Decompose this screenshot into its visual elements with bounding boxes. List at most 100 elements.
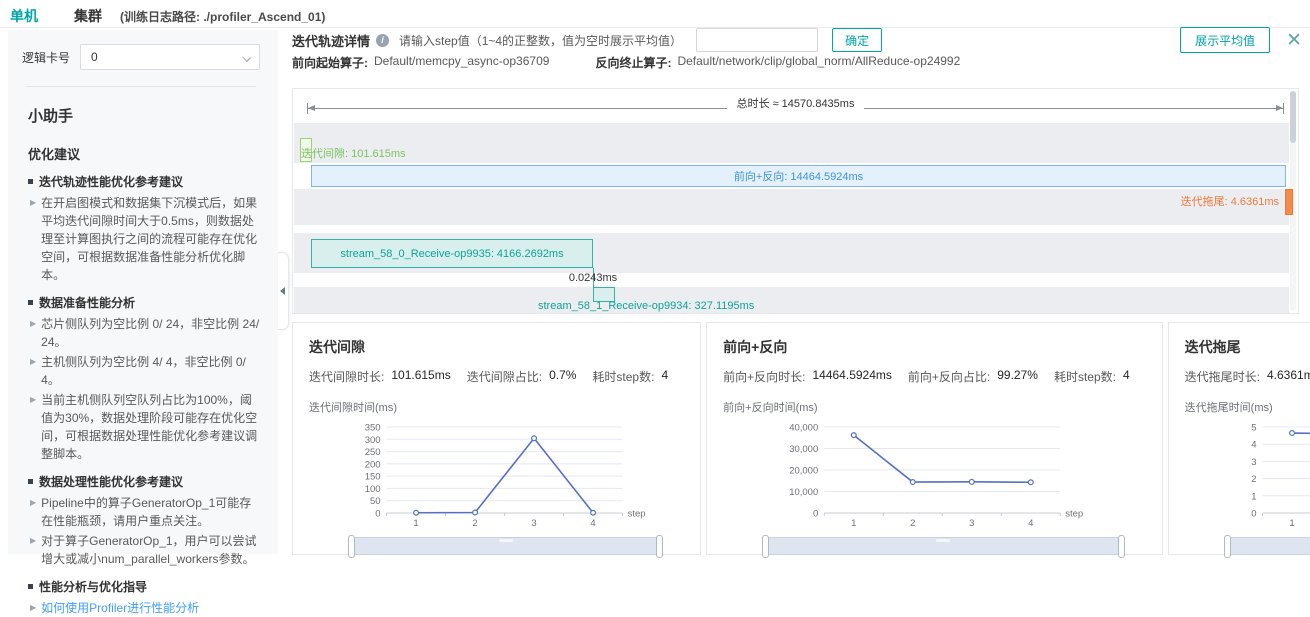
iteration-tail-label: 迭代拖尾: 4.6361ms (1181, 193, 1279, 209)
triangle-bullet-icon: ▶ (30, 356, 36, 368)
svg-text:10,000: 10,000 (789, 487, 818, 498)
triangle-bullet-icon: ▶ (30, 602, 36, 614)
triangle-bullet-icon: ▶ (30, 394, 36, 406)
stream-58-0-bar[interactable]: stream_58_0_Receive-op9935: 4166.2692ms (311, 239, 593, 268)
svg-text:2: 2 (472, 518, 477, 529)
svg-text:100: 100 (365, 484, 381, 495)
svg-text:40,000: 40,000 (789, 423, 818, 434)
datazoom-slider[interactable] (351, 537, 660, 555)
suggestion-section: 迭代轨迹性能优化参考建议 ▶在开启图模式和数据集下沉模式后，如果平均迭代间隙时间… (22, 173, 260, 284)
chevron-down-icon (242, 53, 251, 62)
card-stats: 迭代拖尾时长:4.6361ms 迭代拖尾占比:0.03% 耗时step数:4 (1185, 368, 1310, 385)
datazoom-left-handle[interactable] (762, 535, 769, 558)
timeline-stripe (294, 123, 1289, 163)
datazoom-right-handle[interactable] (1118, 535, 1125, 558)
card-title: 迭代拖尾 (1185, 337, 1310, 357)
fw-start-label: 前向起始算子: (292, 54, 368, 71)
logic-card-select[interactable]: 0 (80, 44, 260, 70)
collapse-arrow-icon (280, 287, 285, 295)
triangle-bullet-icon: ▶ (30, 197, 36, 209)
fw-start-value: Default/memcpy_async-op36709 (374, 54, 549, 71)
iteration-tail-bar[interactable] (1285, 189, 1293, 215)
tab-cluster[interactable]: 集群 (74, 6, 102, 31)
suggestion-item: ▶当前主机侧队列空队列占比为100%，阈值为30%，数据处理阶段可能存在优化空间… (30, 391, 260, 463)
triangle-bullet-icon: ▶ (30, 318, 36, 330)
square-bullet-icon (28, 584, 33, 589)
confirm-button[interactable]: 确定 (832, 28, 882, 52)
bw-end-value: Default/network/clip/global_norm/AllRedu… (677, 54, 960, 71)
forward-backward-line-chart[interactable]: 010,00020,00030,00040,0001234step (723, 417, 1146, 535)
suggestion-item: ▶芯片侧队列为空比例 0/ 24，非空比例 24/ 24。 (30, 315, 260, 351)
svg-text:3: 3 (531, 518, 536, 529)
svg-text:1: 1 (851, 518, 856, 529)
section-title: 性能分析与优化指导 (39, 578, 147, 596)
suggestion-section: 数据准备性能分析 ▶芯片侧队列为空比例 0/ 24，非空比例 24/ 24。 ▶… (22, 294, 260, 463)
iteration-gap-label: 迭代间隙: 101.615ms (301, 145, 406, 161)
svg-text:2: 2 (910, 518, 915, 529)
suggestion-title: 优化建议 (28, 144, 260, 163)
sidebar-divider (26, 86, 256, 87)
suggestion-section: 数据处理性能优化参考建议 ▶Pipeline中的算子GeneratorOp_1可… (22, 473, 260, 568)
metric-cards: 迭代间隙 迭代间隙时长:101.615ms 迭代间隙占比:0.7% 耗时step… (292, 322, 1308, 555)
step-input[interactable] (696, 28, 818, 52)
info-icon[interactable]: i (376, 34, 389, 47)
suggestion-item: ▶Pipeline中的算子GeneratorOp_1可能存在性能瓶颈，请用户重点… (30, 494, 260, 530)
assistant-title: 小助手 (28, 105, 260, 126)
stream-58-1-label: stream_58_1_Receive-op9934: 327.1195ms (538, 300, 754, 312)
card-title: 前向+反向 (723, 337, 1146, 357)
operator-info-row: 前向起始算子: Default/memcpy_async-op36709 反向终止… (292, 54, 1302, 71)
square-bullet-icon (28, 479, 33, 484)
section-title: 数据处理性能优化参考建议 (39, 473, 183, 491)
forward-backward-card: 前向+反向 前向+反向时长:14464.5924ms 前向+反向占比:99.27… (706, 322, 1163, 555)
forward-backward-bar[interactable]: 前向+反向: 14464.5924ms (311, 165, 1286, 187)
close-icon[interactable]: ✕ (1286, 31, 1302, 50)
datazoom-slider[interactable] (765, 537, 1122, 555)
detail-title: 迭代轨迹详情 (292, 31, 370, 50)
svg-text:300: 300 (365, 435, 381, 446)
square-bullet-icon (28, 179, 33, 184)
training-log-path: (训练日志路径: ./profiler_Ascend_01) (120, 6, 325, 25)
profiler-help-item: ▶ 如何使用Profiler进行性能分析 (30, 599, 260, 617)
svg-text:50: 50 (370, 496, 381, 507)
tab-standalone[interactable]: 单机 (10, 6, 38, 33)
datazoom-slider[interactable] (1227, 537, 1310, 555)
suggestion-item: ▶对于算子GeneratorOp_1，用户可以尝试增大或减小num_parall… (30, 532, 260, 568)
suggestion-section: 性能分析与优化指导 ▶ 如何使用Profiler进行性能分析 (22, 578, 260, 617)
logic-card-label: 逻辑卡号 (22, 49, 70, 66)
svg-text:step: step (628, 509, 646, 520)
svg-text:200: 200 (365, 459, 381, 470)
svg-text:2: 2 (1251, 474, 1256, 485)
sidebar-collapse-handle[interactable] (278, 252, 289, 330)
svg-text:step: step (1065, 509, 1083, 520)
suggestion-item: ▶主机侧队列为空比例 4/ 4，非空比例 0/ 4。 (30, 353, 260, 389)
show-average-button[interactable]: 展示平均值 (1180, 27, 1270, 53)
datazoom-left-handle[interactable] (348, 535, 355, 558)
triangle-bullet-icon: ▶ (30, 535, 36, 547)
datazoom-left-handle[interactable] (1224, 535, 1231, 558)
svg-text:0: 0 (1251, 509, 1256, 520)
detail-header: 迭代轨迹详情 i 请输入step值（1~4的正整数，值为空时展示平均值） 确定 … (292, 26, 1302, 54)
chart-axis-name: 迭代间隙时间(ms) (309, 399, 684, 415)
timeline-stripe (294, 189, 1289, 225)
profiler-help-link[interactable]: 如何使用Profiler进行性能分析 (41, 599, 199, 617)
stream-gap-label: 0.0243ms (548, 272, 638, 284)
svg-text:20,000: 20,000 (789, 466, 818, 477)
svg-text:250: 250 (365, 447, 381, 458)
iteration-gap-line-chart[interactable]: 0501001502002503003501234step (309, 417, 684, 535)
timeline-stripe (294, 287, 1289, 313)
iteration-tail-line-chart[interactable]: 0123451234step (1185, 417, 1310, 535)
total-duration-label: 总时长 ≈ 14570.8435ms (293, 95, 1298, 111)
card-stats: 前向+反向时长:14464.5924ms 前向+反向占比:99.27% 耗时st… (723, 368, 1146, 385)
iteration-tail-card: 迭代拖尾 迭代拖尾时长:4.6361ms 迭代拖尾占比:0.03% 耗时step… (1168, 322, 1310, 555)
suggestion-item: ▶在开启图模式和数据集下沉模式后，如果平均迭代间隙时间大于0.5ms，则数据处理… (30, 194, 260, 284)
step-hint: 请输入step值（1~4的正整数，值为空时展示平均值） (399, 32, 682, 49)
svg-text:0: 0 (813, 509, 818, 520)
svg-text:1: 1 (1289, 518, 1294, 529)
datazoom-grip (936, 539, 950, 542)
trace-timeline-panel: 总时长 ≈ 14570.8435ms 迭代间隙: 101.615ms 前向+反向… (292, 88, 1299, 314)
bw-end-label: 反向终止算子: (595, 54, 671, 71)
datazoom-right-handle[interactable] (656, 535, 663, 558)
logic-card-value: 0 (91, 50, 98, 64)
section-title: 迭代轨迹性能优化参考建议 (39, 173, 183, 191)
assistant-sidebar: 逻辑卡号 0 小助手 优化建议 迭代轨迹性能优化参考建议 ▶在开启图模式和数据集… (8, 30, 278, 554)
